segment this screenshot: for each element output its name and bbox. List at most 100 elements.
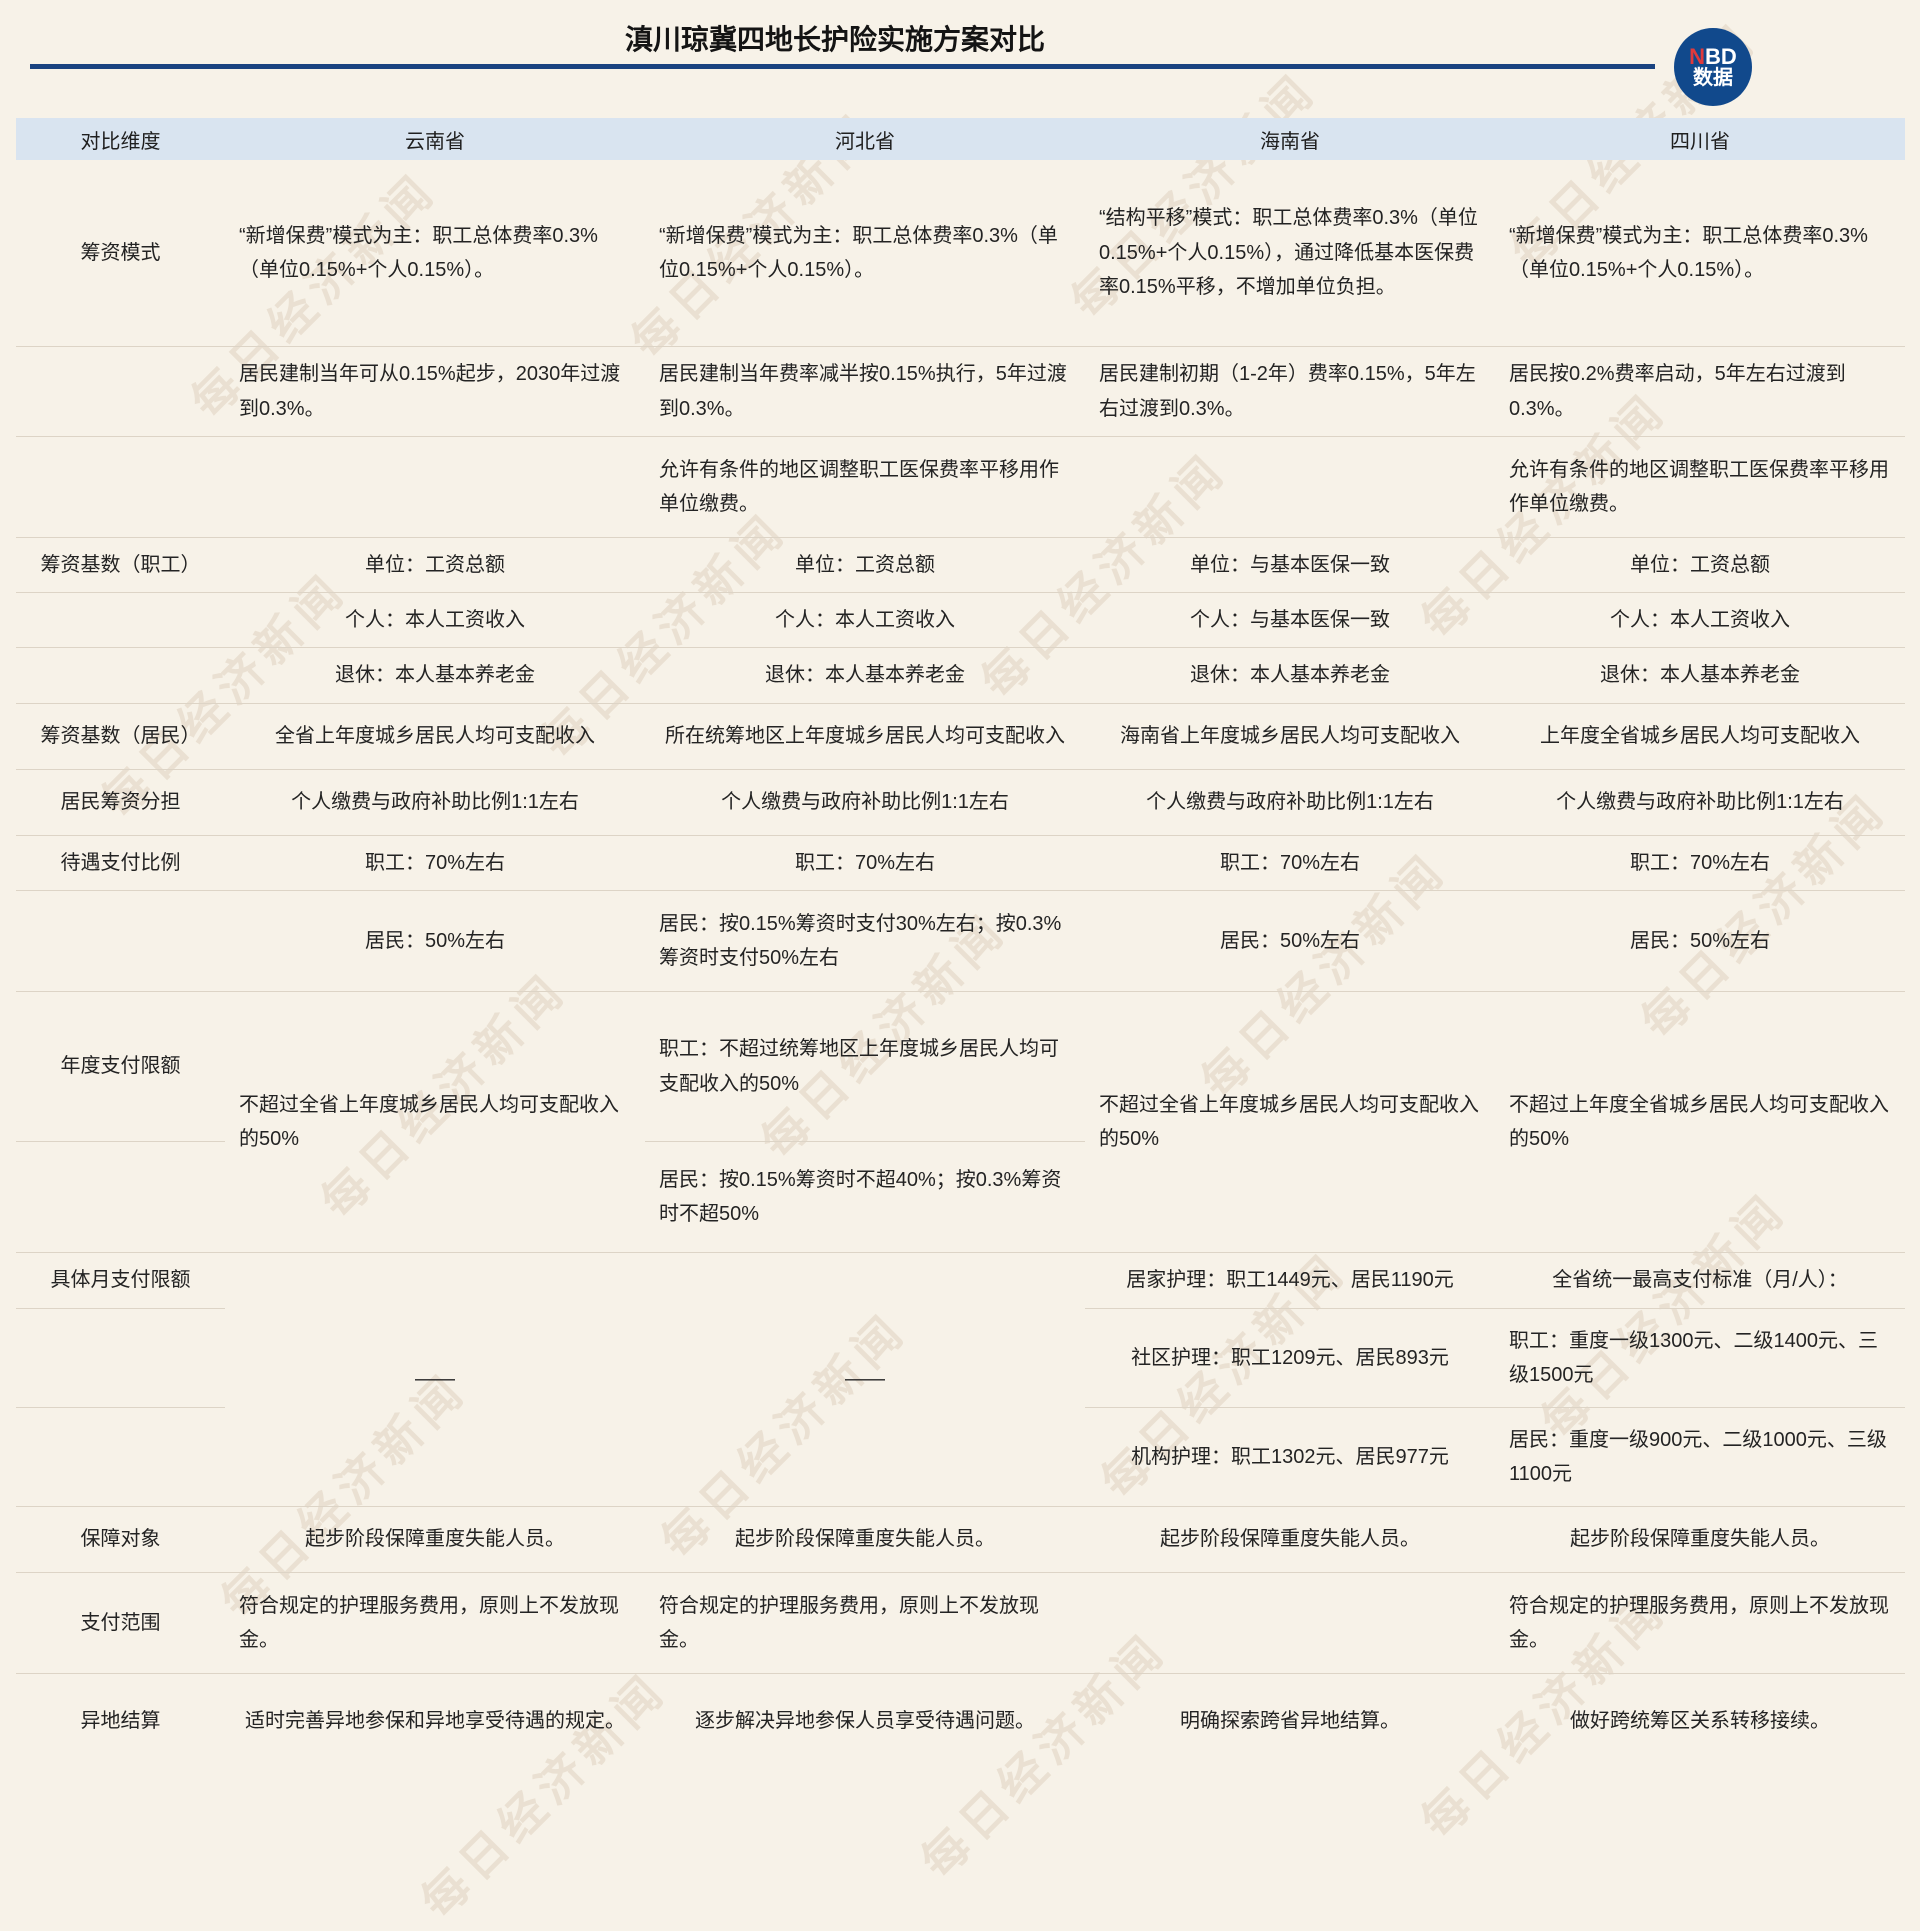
- table-cell: [1085, 1573, 1495, 1673]
- table-cell: [225, 437, 645, 537]
- table-section-3: 居民筹资分担 个人缴费与政府补助比例1:1左右 个人缴费与政府补助比例1:1左右 个人…: [16, 770, 1905, 836]
- table-cell: 单位：工资总额: [225, 538, 645, 593]
- table-cell: 居民建制当年可从0.15%起步，2030年过渡到0.3%。: [225, 347, 645, 437]
- column-header-sichuan: 四川省: [1495, 118, 1905, 160]
- cell-text: 居民：按0.15%筹资时支付30%左右；按0.3%筹资时支付50%左右: [659, 907, 1071, 976]
- cell-text: 具体月支付限额: [51, 1263, 191, 1297]
- dimension-label: 居民筹资分担: [16, 770, 225, 835]
- cell-text: 单位：工资总额: [1630, 548, 1770, 582]
- table-cell: 不超过全省上年度城乡居民人均可支配收入的50%: [225, 992, 645, 1252]
- column-dimension: 年度支付限额: [16, 992, 225, 1252]
- column-hainan: 海南省上年度城乡居民人均可支配收入: [1085, 704, 1495, 769]
- column-hebei: 符合规定的护理服务费用，原则上不发放现金。: [645, 1573, 1085, 1673]
- cell-text: 职工：70%左右: [365, 846, 505, 880]
- cell-text: 不超过全省上年度城乡居民人均可支配收入的50%: [1099, 1088, 1481, 1157]
- column-header-yunnan: 云南省: [225, 118, 645, 160]
- column-hainan: 个人缴费与政府补助比例1:1左右: [1085, 770, 1495, 835]
- table-cell: 退休：本人基本养老金: [225, 648, 645, 703]
- column-hebei: 单位：工资总额个人：本人工资收入退休：本人基本养老金: [645, 538, 1085, 703]
- cell-text: 个人：本人工资收入: [775, 603, 955, 637]
- column-sichuan: 不超过上年度全省城乡居民人均可支配收入的50%: [1495, 992, 1905, 1252]
- column-hebei: “新增保费”模式为主：职工总体费率0.3%（单位0.15%+个人0.15%）。居…: [645, 160, 1085, 537]
- column-yunnan: 单位：工资总额个人：本人工资收入退休：本人基本养老金: [225, 538, 645, 703]
- cell-text: 职工：不超过统筹地区上年度城乡居民人均可支配收入的50%: [659, 1032, 1071, 1101]
- cell-text: 允许有条件的地区调整职工医保费率平移用作单位缴费。: [659, 453, 1071, 522]
- table-cell: 适时完善异地参保和异地享受待遇的规定。: [225, 1674, 645, 1769]
- cell-text: 居民建制当年费率减半按0.15%执行，5年过渡到0.3%。: [659, 357, 1071, 426]
- cell-text: 逐步解决异地参保人员享受待遇问题。: [695, 1704, 1035, 1738]
- table-cell: 个人：本人工资收入: [1495, 593, 1905, 648]
- cell-text: 机构护理：职工1302元、居民977元: [1131, 1440, 1449, 1474]
- cell-text: 退休：本人基本养老金: [1190, 658, 1390, 692]
- table-cell: 单位：工资总额: [1495, 538, 1905, 593]
- dimension-label: 支付范围: [16, 1573, 225, 1673]
- table-cell: 居民：50%左右: [225, 891, 645, 991]
- column-dimension: 支付范围: [16, 1573, 225, 1673]
- column-yunnan: ——: [225, 1253, 645, 1506]
- table-cell: 符合规定的护理服务费用，原则上不发放现金。: [645, 1573, 1085, 1673]
- table-cell: 机构护理：职工1302元、居民977元: [1085, 1408, 1495, 1506]
- nbd-logo-line1: NBD: [1689, 45, 1737, 68]
- cell-text: 符合规定的护理服务费用，原则上不发放现金。: [239, 1589, 631, 1658]
- dimension-label: 筹资基数（居民）: [16, 704, 225, 769]
- table-cell: 单位：工资总额: [645, 538, 1085, 593]
- cell-text: 单位：工资总额: [795, 548, 935, 582]
- cell-text: 符合规定的护理服务费用，原则上不发放现金。: [1509, 1589, 1891, 1658]
- column-yunnan: 适时完善异地参保和异地享受待遇的规定。: [225, 1674, 645, 1769]
- table-cell: 个人缴费与政府补助比例1:1左右: [225, 770, 645, 835]
- table-section-0: 筹资模式 “新增保费”模式为主：职工总体费率0.3%（单位0.15%+个人0.15…: [16, 160, 1905, 538]
- column-sichuan: 上年度全省城乡居民人均可支配收入: [1495, 704, 1905, 769]
- table-cell: 职工：不超过统筹地区上年度城乡居民人均可支配收入的50%: [645, 992, 1085, 1142]
- cell-text: ——: [415, 1362, 455, 1396]
- table-cell: 居民：按0.15%筹资时不超40%；按0.3%筹资时不超50%: [645, 1142, 1085, 1252]
- cell-text: 退休：本人基本养老金: [335, 658, 535, 692]
- dimension-label: 筹资模式: [16, 160, 225, 347]
- column-dimension: 待遇支付比例: [16, 836, 225, 991]
- column-hainan: 明确探索跨省异地结算。: [1085, 1674, 1495, 1769]
- cell-text: 居民按0.2%费率启动，5年左右过渡到0.3%。: [1509, 357, 1891, 426]
- cell-text: 个人缴费与政府补助比例1:1左右: [1556, 785, 1844, 819]
- table-cell: 职工：70%左右: [1085, 836, 1495, 891]
- dimension-label: [16, 437, 225, 537]
- dimension-label: 年度支付限额: [16, 992, 225, 1142]
- table-cell: “新增保费”模式为主：职工总体费率0.3%（单位0.15%+个人0.15%）。: [225, 160, 645, 347]
- column-dimension: 筹资基数（居民）: [16, 704, 225, 769]
- table-cell: 全省上年度城乡居民人均可支配收入: [225, 704, 645, 769]
- table-cell: 居民建制初期（1-2年）费率0.15%，5年左右过渡到0.3%。: [1085, 347, 1495, 437]
- cell-text: 退休：本人基本养老金: [765, 658, 965, 692]
- table-cell: 居民：按0.15%筹资时支付30%左右；按0.3%筹资时支付50%左右: [645, 891, 1085, 991]
- table-cell: 全省统一最高支付标准（月/人）：: [1495, 1253, 1905, 1309]
- column-hebei: 职工：不超过统筹地区上年度城乡居民人均可支配收入的50% 居民：按0.15%筹资时…: [645, 992, 1085, 1252]
- cell-text: 筹资模式: [81, 236, 161, 270]
- dimension-label: [16, 648, 225, 703]
- column-hainan: [1085, 1573, 1495, 1673]
- cell-text: 海南省上年度城乡居民人均可支配收入: [1120, 719, 1460, 753]
- nbd-logo-line2: 数据: [1693, 68, 1733, 89]
- cell-text: 居民：重度一级900元、二级1000元、三级1100元: [1509, 1423, 1891, 1492]
- column-sichuan: 符合规定的护理服务费用，原则上不发放现金。: [1495, 1573, 1905, 1673]
- cell-text: 个人缴费与政府补助比例1:1左右: [1146, 785, 1434, 819]
- table-cell: 明确探索跨省异地结算。: [1085, 1674, 1495, 1769]
- dimension-label: 保障对象: [16, 1507, 225, 1572]
- cell-text: 职工：70%左右: [1220, 846, 1360, 880]
- column-header-dimension: 对比维度: [16, 118, 225, 160]
- cell-text: 居民建制当年可从0.15%起步，2030年过渡到0.3%。: [239, 357, 631, 426]
- cell-text: 异地结算: [81, 1704, 161, 1738]
- column-yunnan: 起步阶段保障重度失能人员。: [225, 1507, 645, 1572]
- cell-text: 个人缴费与政府补助比例1:1左右: [291, 785, 579, 819]
- cell-text: ——: [845, 1362, 885, 1396]
- cell-text: 个人：与基本医保一致: [1190, 603, 1390, 637]
- table-cell: 符合规定的护理服务费用，原则上不发放现金。: [225, 1573, 645, 1673]
- dimension-label: [16, 1142, 225, 1252]
- cell-text: 居家护理：职工1449元、居民1190元: [1126, 1263, 1454, 1297]
- table-cell: 符合规定的护理服务费用，原则上不发放现金。: [1495, 1573, 1905, 1673]
- cell-text: 退休：本人基本养老金: [1600, 658, 1800, 692]
- column-hebei: 职工：70%左右居民：按0.15%筹资时支付30%左右；按0.3%筹资时支付50…: [645, 836, 1085, 991]
- table-cell: 上年度全省城乡居民人均可支配收入: [1495, 704, 1905, 769]
- table-cell: 退休：本人基本养老金: [645, 648, 1085, 703]
- table-cell: 逐步解决异地参保人员享受待遇问题。: [645, 1674, 1085, 1769]
- table-cell: 居民：重度一级900元、二级1000元、三级1100元: [1495, 1408, 1905, 1506]
- dimension-label: [16, 1309, 225, 1408]
- table-section-2: 筹资基数（居民）全省上年度城乡居民人均可支配收入所在统筹地区上年度城乡居民人均可…: [16, 704, 1905, 770]
- column-hainan: 职工：70%左右居民：50%左右: [1085, 836, 1495, 991]
